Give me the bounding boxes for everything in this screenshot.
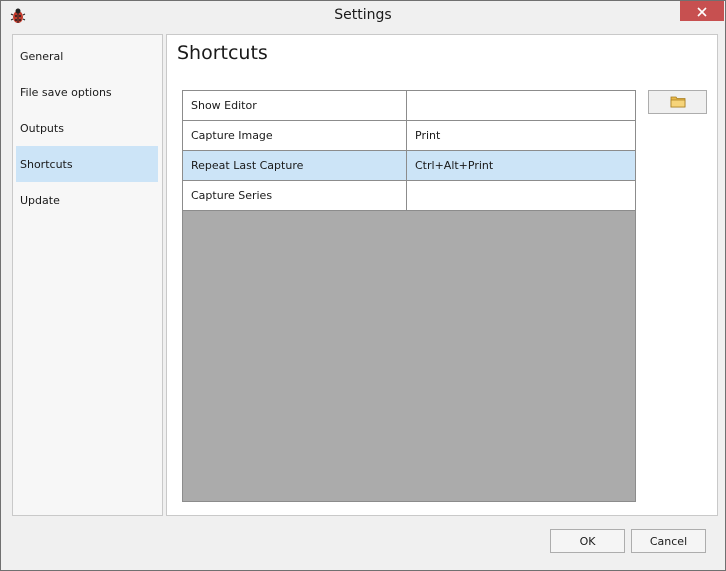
page-title: Shortcuts (177, 42, 268, 64)
nav-item-outputs[interactable]: Outputs (16, 110, 158, 146)
shortcut-key-cell[interactable] (407, 91, 635, 121)
shortcut-key-cell[interactable]: Print (407, 121, 635, 151)
nav-item-label: Outputs (20, 121, 64, 135)
nav-item-general[interactable]: General (16, 38, 158, 74)
shortcut-name-cell[interactable]: Repeat Last Capture (183, 151, 407, 181)
settings-window: Settings General File save options Outpu… (0, 0, 726, 571)
browse-folder-button[interactable] (648, 90, 707, 114)
nav-item-label: Shortcuts (20, 157, 73, 171)
shortcut-name-cell[interactable]: Capture Series (183, 181, 407, 211)
shortcut-row-show-editor[interactable]: Show Editor (183, 91, 635, 121)
title-bar: Settings (1, 1, 725, 31)
close-icon (697, 2, 707, 21)
shortcuts-grid: Show Editor Capture Image Print Repeat L… (182, 90, 636, 502)
shortcut-row-repeat-last-capture[interactable]: Repeat Last Capture Ctrl+Alt+Print (183, 151, 635, 181)
shortcut-row-capture-image[interactable]: Capture Image Print (183, 121, 635, 151)
shortcut-key-cell[interactable] (407, 181, 635, 211)
nav-item-label: File save options (20, 85, 112, 99)
shortcut-key-cell[interactable]: Ctrl+Alt+Print (407, 151, 635, 181)
shortcut-row-capture-series[interactable]: Capture Series (183, 181, 635, 211)
nav-item-shortcuts[interactable]: Shortcuts (16, 146, 158, 182)
shortcut-name-cell[interactable]: Show Editor (183, 91, 407, 121)
nav-item-label: Update (20, 193, 60, 207)
nav-item-file-save-options[interactable]: File save options (16, 74, 158, 110)
folder-icon (670, 93, 686, 112)
cancel-button[interactable]: Cancel (631, 529, 706, 553)
nav-item-label: General (20, 49, 64, 63)
settings-nav: General File save options Outputs Shortc… (12, 34, 163, 516)
shortcut-name-cell[interactable]: Capture Image (183, 121, 407, 151)
nav-item-update[interactable]: Update (16, 182, 158, 218)
shortcuts-panel: Shortcuts Show Editor Capture Image Prin… (166, 34, 718, 516)
ok-button[interactable]: OK (550, 529, 625, 553)
window-title: Settings (334, 7, 392, 23)
close-button[interactable] (680, 1, 724, 21)
